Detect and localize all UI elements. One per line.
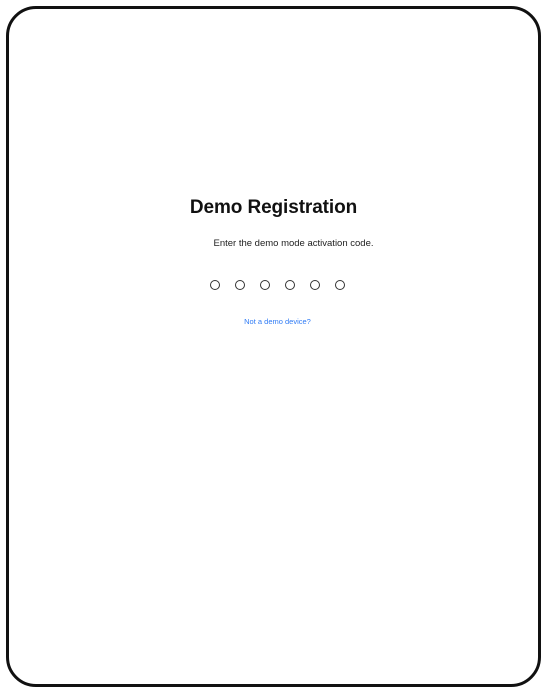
code-digit-1[interactable] [210,280,220,290]
device-screen: Demo Registration Enter the demo mode ac… [6,6,541,687]
not-demo-device-link[interactable]: Not a demo device? [9,317,538,326]
code-digit-4[interactable] [285,280,295,290]
code-digit-5[interactable] [310,280,320,290]
code-digit-2[interactable] [235,280,245,290]
code-digit-3[interactable] [260,280,270,290]
screenshot-canvas: Demo Registration Enter the demo mode ac… [0,0,547,693]
page-title: Demo Registration [189,197,358,218]
activation-code-input[interactable] [9,280,538,290]
code-digit-6[interactable] [335,280,345,290]
instruction-text: Enter the demo mode activation code. [213,238,374,249]
